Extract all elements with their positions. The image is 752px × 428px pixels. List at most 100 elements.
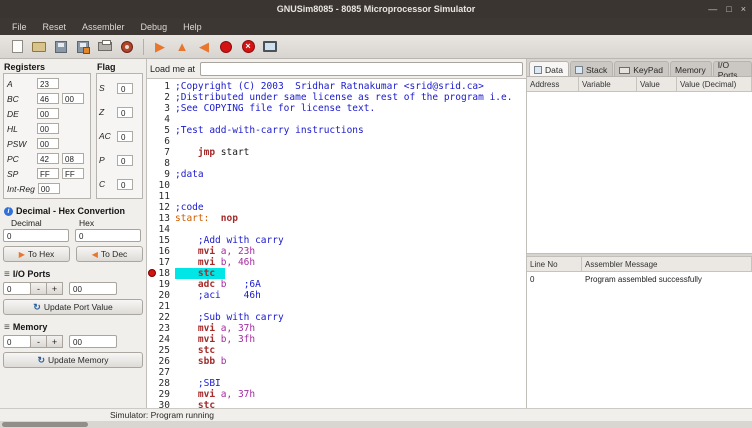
tab-stack[interactable]: Stack [570,61,613,76]
register-BC-value-0[interactable]: 46 [37,93,59,104]
clear-breakpoint-icon[interactable] [237,37,259,57]
code-line-4[interactable]: 4 [147,114,526,125]
gutter-margin[interactable] [147,191,158,202]
save-icon[interactable] [50,37,72,57]
show-keypad-icon[interactable] [259,37,281,57]
run-icon[interactable] [171,37,193,57]
flag-C-value[interactable]: 0 [117,179,133,190]
flag-P-value[interactable]: 0 [117,155,133,166]
messages-column-header[interactable]: Assembler Message [582,257,752,271]
code-line-27[interactable]: 27 [147,367,526,378]
register-PSW-value-0[interactable]: 00 [37,138,59,149]
port-increment-button[interactable]: + [46,282,63,295]
memory-value-input[interactable]: 00 [69,335,117,348]
code-line-30[interactable]: 30 stc [147,400,526,408]
gutter-margin[interactable] [147,103,158,114]
register-PC-value-0[interactable]: 42 [37,153,59,164]
hex-input[interactable]: 0 [75,229,141,242]
gutter-margin[interactable] [147,389,158,400]
gutter-margin[interactable] [147,224,158,235]
code-line-8[interactable]: 8 [147,158,526,169]
menu-debug[interactable]: Debug [133,20,176,34]
gutter-margin[interactable] [147,334,158,345]
flag-AC-value[interactable]: 0 [117,131,133,142]
set-breakpoint-icon[interactable] [215,37,237,57]
memory-increment-button[interactable]: + [46,335,63,348]
gutter-margin[interactable] [147,125,158,136]
code-line-7[interactable]: 7 jmp start [147,147,526,158]
gutter-margin[interactable] [147,290,158,301]
code-editor[interactable]: 1;Copyright (C) 2003 Sridhar Ratnakumar … [147,78,526,408]
code-line-23[interactable]: 23 mvi a, 37h [147,323,526,334]
code-line-3[interactable]: 3;See COPYING file for license text. [147,103,526,114]
code-line-29[interactable]: 29 mvi a, 37h [147,389,526,400]
gutter-margin[interactable] [147,235,158,246]
code-line-13[interactable]: 13start: nop [147,213,526,224]
port-value-input[interactable]: 00 [69,282,117,295]
code-line-28[interactable]: 28 ;SBI [147,378,526,389]
assembler-message-row[interactable]: 0Program assembled successfully [527,272,752,286]
code-line-2[interactable]: 2;Distributed under same license as rest… [147,92,526,103]
code-line-1[interactable]: 1;Copyright (C) 2003 Sridhar Ratnakumar … [147,81,526,92]
assemble-icon[interactable] [116,37,138,57]
port-decrement-button[interactable]: - [30,282,47,295]
minimize-button[interactable]: — [708,5,717,14]
code-line-11[interactable]: 11 [147,191,526,202]
code-line-20[interactable]: 20 ;aci 46h [147,290,526,301]
gutter-margin[interactable] [147,356,158,367]
print-icon[interactable] [94,37,116,57]
data-column-header[interactable]: Variable [579,77,637,91]
gutter-margin[interactable] [147,202,158,213]
horizontal-scrollbar[interactable] [2,422,88,427]
menu-assembler[interactable]: Assembler [74,20,133,34]
gutter-margin[interactable] [147,323,158,334]
messages-column-header[interactable]: Line No [527,257,582,271]
update-port-value-button[interactable]: ↻ Update Port Value [3,299,143,315]
register-BC-value-1[interactable]: 00 [62,93,84,104]
gutter-margin[interactable] [147,147,158,158]
code-line-9[interactable]: 9;data [147,169,526,180]
maximize-button[interactable]: □ [726,5,731,14]
register-PC-value-1[interactable]: 08 [62,153,84,164]
decimal-input[interactable]: 0 [3,229,69,242]
code-line-10[interactable]: 10 [147,180,526,191]
menu-help[interactable]: Help [175,20,210,34]
breakpoint-marker[interactable] [147,268,158,279]
code-line-21[interactable]: 21 [147,301,526,312]
data-table-body[interactable] [527,92,752,253]
data-column-header[interactable]: Value [637,77,677,91]
register-HL-value-0[interactable]: 00 [37,123,59,134]
port-address-input[interactable]: 0 [3,282,31,295]
gutter-margin[interactable] [147,279,158,290]
code-line-25[interactable]: 25 stc [147,345,526,356]
register-Int-Reg-value-0[interactable]: 00 [38,183,60,194]
gutter-margin[interactable] [147,158,158,169]
code-line-22[interactable]: 22 ;Sub with carry [147,312,526,323]
code-line-19[interactable]: 19 adc b ;6A [147,279,526,290]
load-me-at-input[interactable] [200,62,523,76]
memory-address-input[interactable]: 0 [3,335,31,348]
tab-memory[interactable]: Memory [670,61,712,76]
data-column-header[interactable]: Value (Decimal) [677,77,752,91]
title-bar[interactable]: GNUSim8085 - 8085 Microprocessor Simulat… [0,0,752,18]
register-SP-value-0[interactable]: FF [37,168,59,179]
close-button[interactable]: × [741,5,746,14]
code-line-14[interactable]: 14 [147,224,526,235]
to-dec-button[interactable]: ◀ To Dec [76,246,143,262]
step-icon[interactable] [149,37,171,57]
to-hex-button[interactable]: ▶ To Hex [3,246,70,262]
code-line-17[interactable]: 17 mvi b, 46h [147,257,526,268]
memory-decrement-button[interactable]: - [30,335,47,348]
data-column-header[interactable]: Address [527,77,579,91]
tab-keypad[interactable]: KeyPad [614,61,669,76]
gutter-margin[interactable] [147,312,158,323]
code-line-24[interactable]: 24 mvi b, 3fh [147,334,526,345]
messages-body[interactable] [527,286,752,408]
gutter-margin[interactable] [147,213,158,224]
code-line-15[interactable]: 15 ;Add with carry [147,235,526,246]
gutter-margin[interactable] [147,81,158,92]
code-line-18[interactable]: 18 stc [147,268,526,279]
gutter-margin[interactable] [147,400,158,408]
tab-data[interactable]: Data [529,61,569,76]
gutter-margin[interactable] [147,301,158,312]
